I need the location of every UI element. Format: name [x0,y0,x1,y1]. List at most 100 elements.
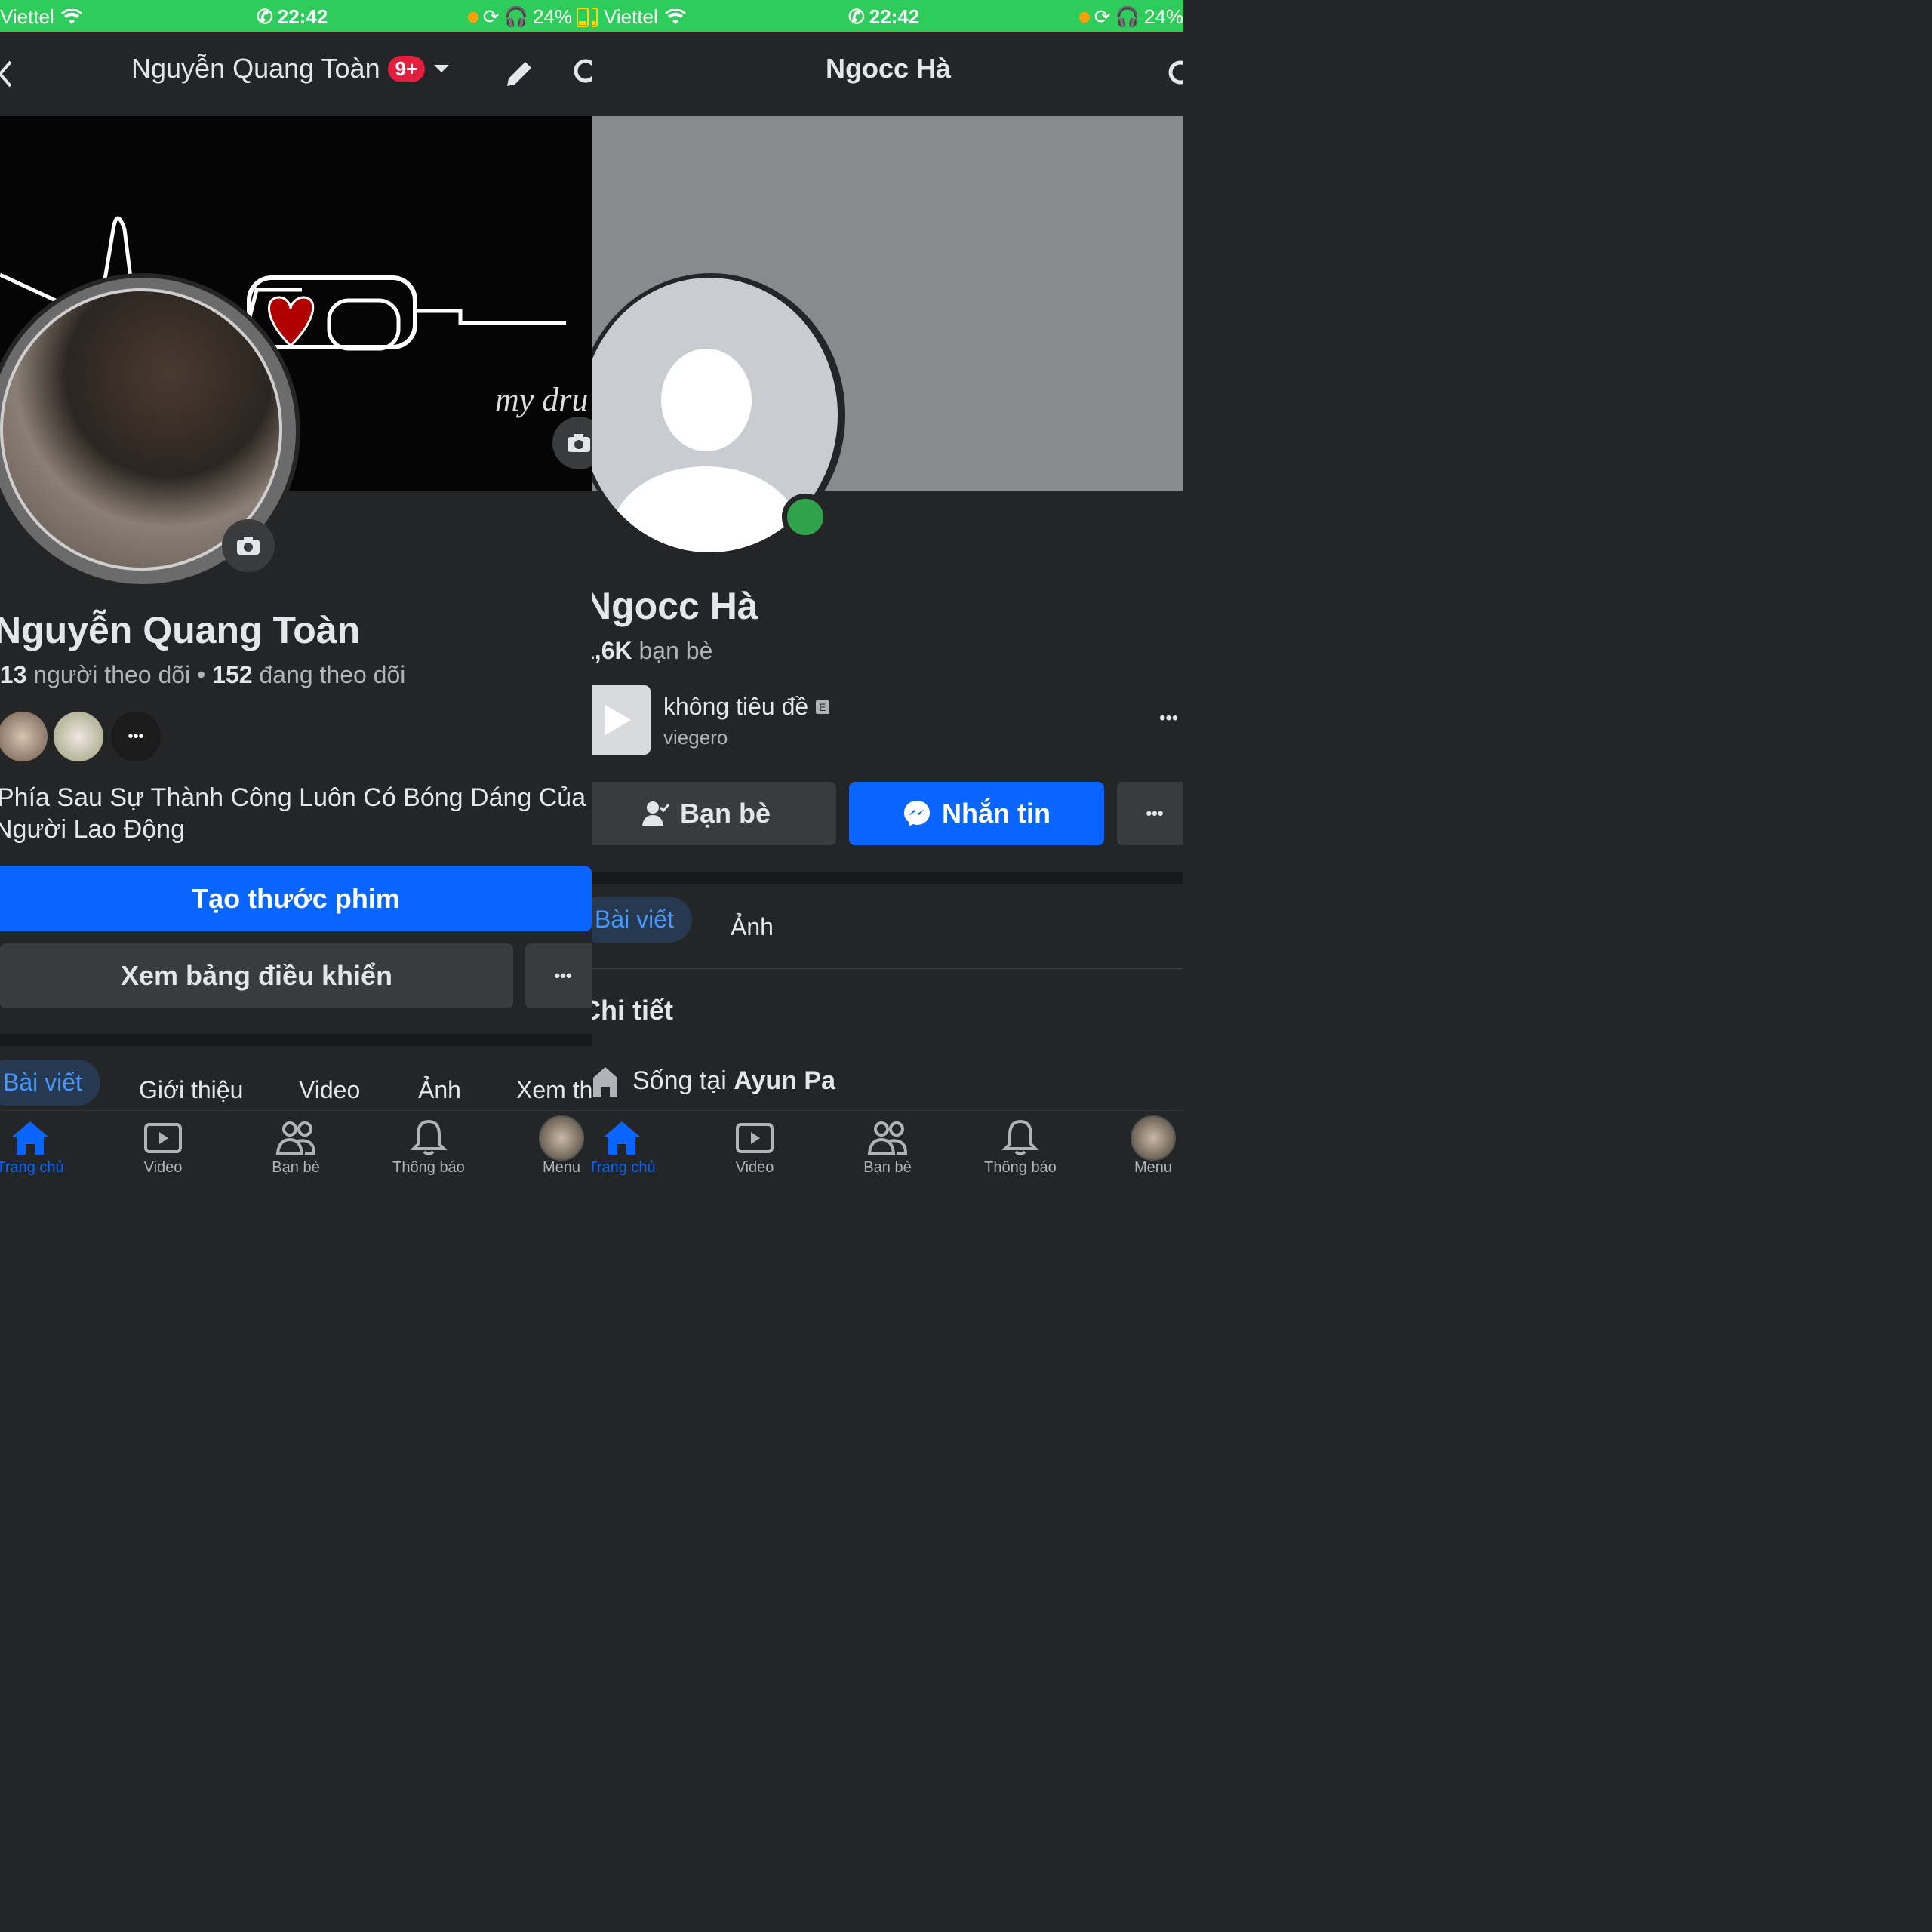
wifi-icon [60,8,82,24]
followers-label[interactable]: người theo dõi [33,661,190,688]
video-icon [736,1123,774,1153]
messenger-icon [904,801,930,826]
battery-icon [592,7,598,27]
video-icon [144,1123,182,1153]
headphones-icon: 🎧 [503,5,528,28]
lives-in-place[interactable]: Ayun Pa [734,1066,835,1095]
avatar-camera-button[interactable] [222,519,275,572]
menu-avatar [539,1115,584,1161]
message-button[interactable]: Nhắn tin [849,782,1104,845]
tab-see-more[interactable]: Xem th [516,1076,592,1104]
friends-icon [275,1121,316,1155]
nav-menu[interactable]: Menu [509,1115,592,1177]
friends-button-label: Bạn bè [679,798,771,829]
home-icon [12,1121,48,1155]
section-divider [592,872,1183,884]
friends-button[interactable]: Bạn bè [592,782,836,845]
search-icon[interactable] [1164,57,1183,91]
friends-stats[interactable]: 1,6K bạn bè [592,637,712,665]
nav-menu-label: Menu [1134,1159,1173,1176]
dashboard-button[interactable]: Xem bảng điều khiển [0,943,513,1008]
profile-name: Ngocc Hà [592,585,758,627]
clock: 22:42 [277,5,328,28]
menu-avatar [1131,1115,1176,1161]
bio-line-1: Phía Sau Sự Thành Công Luôn Có Bóng Dáng… [0,783,586,812]
lives-in-row: Sống tại Ayun Pa [592,1064,835,1097]
create-reel-button[interactable]: Tạo thước phim [0,866,592,931]
phone-icon: ✆ [257,5,273,28]
account-switcher[interactable]: Nguyễn Quang Toàn 9+ [131,53,451,85]
status-bar: Viettel ✆ 22:42 ⟳ 🎧 24% [0,0,592,32]
message-button-label: Nhắn tin [942,798,1051,829]
follower-avatar[interactable] [51,709,106,764]
nav-menu-label: Menu [542,1159,581,1176]
header-title: Nguyễn Quang Toàn [131,53,380,84]
back-icon[interactable] [0,59,15,89]
profile-header: Ngocc Hà [592,32,1183,116]
status-bar: Viettel ✆ 22:42 ⟳ 🎧 24% [592,0,1183,32]
battery-percent: 24% [1143,5,1183,28]
search-icon[interactable] [572,57,592,91]
headphones-icon: 🎧 [1115,5,1140,28]
nav-friends[interactable]: Bạn bè [835,1117,940,1177]
bell-icon [1001,1119,1039,1155]
lives-in-prefix: Sống tại [632,1066,727,1095]
details-heading: Chi tiết [592,995,673,1026]
follower-avatar-more[interactable]: ••• [109,709,163,764]
nav-home[interactable]: Trang chủ [592,1117,675,1177]
camera-icon [568,434,590,452]
follower-avatar[interactable] [0,709,50,764]
right-screen: Viettel ✆ 22:42 ⟳ 🎧 24% Ngocc Hà Ngocc H… [592,0,1183,1183]
nav-home-label: Trang chủ [592,1159,656,1176]
bottom-navigation: Trang chủ Video Bạn bè Thông báo Menu [0,1110,592,1183]
nav-home[interactable]: Trang chủ [0,1117,83,1177]
home-icon [604,1121,640,1155]
nav-notifications[interactable]: Thông báo [376,1117,481,1177]
tab-photos[interactable]: Ảnh [418,1076,461,1104]
battery-percent: 24% [532,5,572,28]
following-count: 152 [212,661,253,688]
play-icon [605,705,631,735]
friends-label: bạn bè [638,637,713,664]
bell-icon [410,1119,448,1155]
nav-video[interactable]: Video [110,1117,216,1177]
profile-header: Nguyễn Quang Toàn 9+ [0,32,592,116]
tab-photos[interactable]: Ảnh [731,913,774,941]
following-label[interactable]: đang theo dõi [259,661,405,688]
tab-posts[interactable]: Bài viết [592,897,692,943]
phone-icon: ✆ [848,5,865,28]
music-artist: viegero [663,726,728,749]
music-more-button[interactable]: ••• [1159,708,1178,729]
profile-music[interactable]: không tiêu đề E viegero ••• [592,685,1183,756]
tab-videos[interactable]: Video [299,1076,360,1104]
nav-friends-label: Bạn bè [863,1159,912,1176]
nav-menu[interactable]: Menu [1100,1115,1183,1177]
nav-friends-label: Bạn bè [272,1159,320,1176]
followers-count: 613 [0,661,27,688]
nav-video[interactable]: Video [702,1117,808,1177]
nav-notifications-label: Thông báo [392,1159,465,1176]
carrier: Viettel [0,5,54,28]
carrier: Viettel [604,5,658,28]
rotation-lock-icon: ⟳ [482,5,500,28]
tab-posts[interactable]: Bài viết [0,1060,100,1106]
recording-dot-icon [467,11,478,23]
edit-icon[interactable] [503,57,536,91]
cover-text: my dru [495,381,588,418]
more-options-button[interactable]: ••• [1117,782,1183,845]
music-thumbnail[interactable] [592,685,651,755]
separator-dot: • [197,661,213,688]
more-options-button[interactable]: ••• [525,943,592,1008]
recording-dot-icon [1078,11,1090,23]
tab-about[interactable]: Giới thiệu [139,1076,243,1104]
nav-notifications[interactable]: Thông báo [968,1117,1073,1177]
nav-friends[interactable]: Bạn bè [243,1117,349,1177]
friend-check-icon [641,801,669,826]
bio-line-2: Người Lao Động [0,815,185,844]
more-icon: ••• [128,728,144,745]
nav-video-label: Video [735,1159,774,1176]
explicit-badge: E [816,700,829,714]
default-avatar-head [661,349,752,451]
follow-stats: 613 người theo dõi • 152 đang theo dõi [0,661,405,689]
wifi-icon [664,8,686,24]
